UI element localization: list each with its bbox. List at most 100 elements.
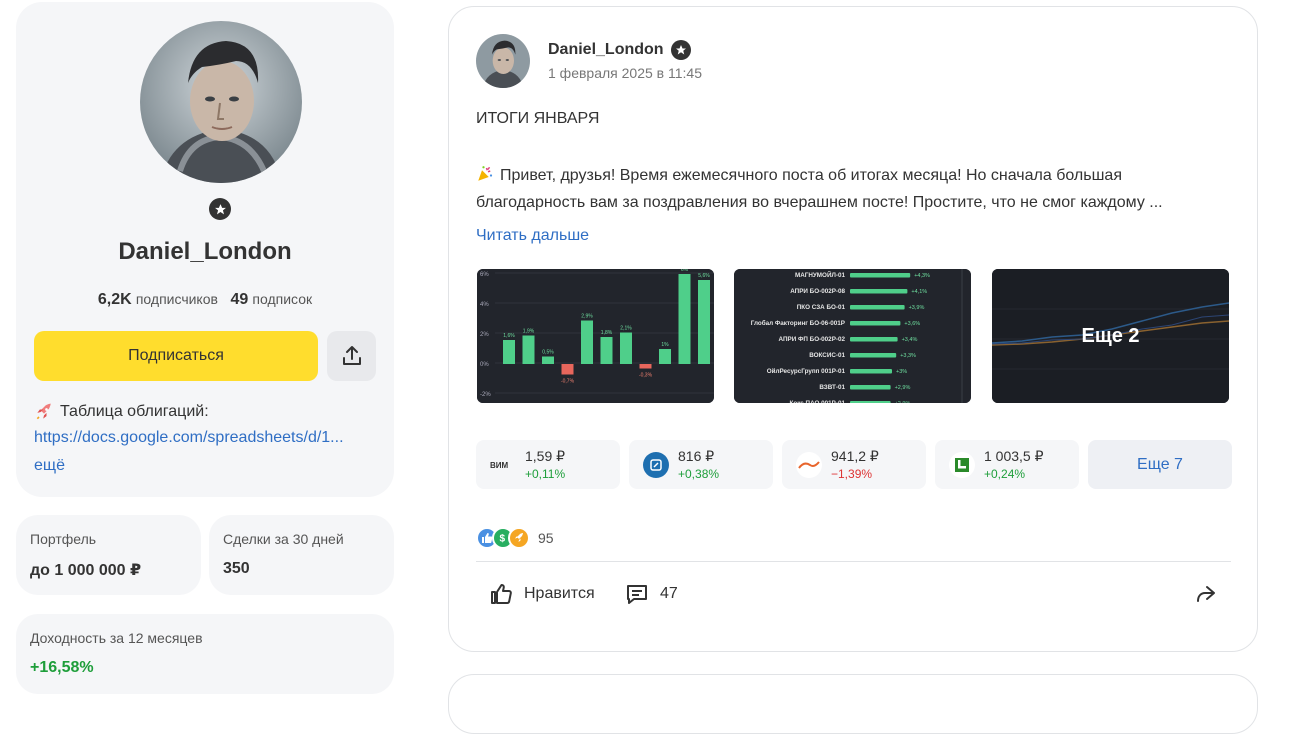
- bond-name: МАГНУМОЙЛ-01: [795, 270, 846, 279]
- y-tick-label: 0%: [480, 362, 489, 368]
- profile-name: Daniel_London: [118, 238, 292, 265]
- ticker-change: +0,24%: [984, 467, 1026, 481]
- portfolio-value: до 1 000 000 ₽: [30, 562, 142, 579]
- post-image-2[interactable]: МАГНУМОЙЛ-01 +4,3% АПРИ БО-002Р-08 +4,1% ПКО…: [734, 269, 971, 403]
- followers-label[interactable]: подписчиков: [136, 291, 218, 307]
- verified-star-icon: [209, 198, 231, 220]
- comment-icon: [627, 585, 647, 604]
- bar: [659, 349, 671, 364]
- ticker-price: 1,59 ₽: [525, 448, 566, 464]
- followers-count[interactable]: 6,2K: [98, 291, 132, 308]
- bond-bar: [850, 289, 908, 294]
- deals-value: 350: [223, 560, 250, 577]
- post-image-1[interactable]: 6% 4% 2% 0% -2% 1,6% 1,9% 0,5% -0,7% 2,9% 1,8% 2,1%…: [477, 269, 714, 403]
- yield-value: +16,58%: [30, 659, 94, 676]
- comments-button[interactable]: 47: [625, 582, 678, 606]
- y-tick-label: 4%: [480, 302, 489, 308]
- following-label[interactable]: подписок: [252, 291, 312, 307]
- bond-name: ПКО СЗА БО-01: [797, 304, 846, 311]
- bond-value: +2,9%: [895, 401, 911, 403]
- party-emoji-icon: [476, 165, 494, 183]
- bio-more-link[interactable]: ещё: [34, 457, 65, 475]
- ticker-price: 816 ₽: [678, 448, 715, 464]
- bond-bar: [850, 385, 891, 390]
- bar-data-label: 1%: [661, 342, 669, 348]
- y-tick-label: 2%: [480, 332, 489, 338]
- share-button[interactable]: [327, 331, 376, 381]
- y-tick-label: 6%: [480, 272, 489, 278]
- bar: [678, 274, 691, 364]
- post-image-3[interactable]: Еще 2: [992, 269, 1229, 403]
- post-author-avatar[interactable]: [476, 34, 530, 88]
- bar: [600, 337, 613, 364]
- blue-round-logo-icon: [643, 452, 669, 478]
- more-images-overlay[interactable]: Еще 2: [992, 269, 1229, 403]
- bond-value: +4,3%: [914, 273, 930, 279]
- bond-value: +3,6%: [904, 321, 920, 327]
- following-count[interactable]: 49: [230, 291, 248, 308]
- bond-name: АПРИ БО-002Р-08: [790, 288, 845, 295]
- post-title: ИТОГИ ЯНВАРЯ: [476, 110, 600, 127]
- next-post-card: [448, 674, 1258, 734]
- bond-value: +3%: [896, 369, 907, 375]
- portfolio-label: Портфель: [30, 531, 97, 547]
- bond-bar: [850, 401, 891, 403]
- ticker-card-1[interactable]: ВИМ 1,59 ₽ +0,11%: [476, 440, 620, 489]
- bond-value: +3,4%: [902, 337, 918, 343]
- bond-name: ВЗВТ-01: [819, 384, 845, 391]
- svg-text:$: $: [500, 534, 506, 545]
- orange-logo-icon: [796, 452, 822, 478]
- ticker-card-4[interactable]: 1 003,5 ₽ +0,24%: [935, 440, 1079, 489]
- rocket-icon: [36, 403, 51, 420]
- bar-data-label: 1,8%: [601, 330, 613, 336]
- bond-bar: [850, 273, 911, 278]
- read-more-link[interactable]: Читать дальше: [476, 227, 589, 245]
- bond-bar: [850, 305, 905, 310]
- bar-data-label: 1,9%: [523, 329, 535, 335]
- subscribe-button[interactable]: Подписаться: [34, 331, 318, 381]
- ticker-card-2[interactable]: 816 ₽ +0,38%: [629, 440, 773, 489]
- ticker-change: +0,38%: [678, 467, 720, 481]
- bond-name: Кокс ПАО 001Р-01: [790, 400, 846, 403]
- bond-name: АПРИ ФП БО-002Р-02: [779, 336, 846, 343]
- avatar[interactable]: [140, 21, 302, 183]
- bond-bar: [850, 353, 897, 358]
- bond-value: +3,9%: [909, 305, 925, 311]
- bar-data-label: 2,9%: [581, 314, 593, 320]
- like-button[interactable]: Нравится: [489, 582, 595, 606]
- bond-name: ОйлРесурсГрупп 001Р-01: [767, 367, 846, 375]
- follow-stats: 6,2K подписчиков 49 подписок: [16, 291, 394, 309]
- thumbs-up-icon: [491, 584, 512, 604]
- post-author[interactable]: Daniel_London: [548, 40, 691, 60]
- bar: [561, 364, 574, 375]
- deals-label: Сделки за 30 дней: [223, 531, 344, 547]
- reactions-summary[interactable]: $ 95: [476, 527, 554, 549]
- bond-value: +3,3%: [900, 353, 916, 359]
- bond-bar: [850, 337, 898, 342]
- bond-value: +4,1%: [911, 289, 927, 295]
- bond-name: ВОКСИС-01: [809, 352, 845, 359]
- bar: [639, 364, 652, 369]
- portfolio-card: Портфель до 1 000 000 ₽: [16, 515, 201, 595]
- post-date[interactable]: 1 февраля 2025 в 11:45: [548, 65, 702, 81]
- bar-data-label: -0,7%: [561, 379, 575, 385]
- ticker-card-3[interactable]: 941,2 ₽ −1,39%: [782, 440, 926, 489]
- bio-line: Таблица облигаций:: [34, 402, 209, 422]
- share-post-button[interactable]: [1193, 582, 1217, 606]
- tickers-more-button[interactable]: Еще 7: [1088, 440, 1232, 489]
- bar: [522, 335, 535, 364]
- bio-text: Таблица облигаций:: [60, 403, 209, 420]
- bar-data-label: 0,5%: [542, 350, 554, 356]
- bond-name: Глобал Факторинг БО-06-001Р: [751, 319, 845, 327]
- bond-value: +2,9%: [895, 385, 911, 391]
- post-author-name[interactable]: Daniel_London: [548, 41, 664, 59]
- divider: [476, 561, 1231, 562]
- yield-card: Доходность за 12 месяцев +16,58%: [16, 614, 394, 694]
- ticker-change: −1,39%: [831, 467, 873, 481]
- rocket-reaction-icon: [508, 527, 530, 549]
- comments-count: 47: [660, 585, 678, 602]
- bio-link[interactable]: https://docs.google.com/spreadsheets/d/1…: [34, 429, 384, 447]
- bar-data-label: 1,6%: [503, 333, 515, 339]
- profile-card: Daniel_London 6,2K подписчиков 49 подпис…: [16, 2, 394, 497]
- bond-bar: [850, 369, 892, 374]
